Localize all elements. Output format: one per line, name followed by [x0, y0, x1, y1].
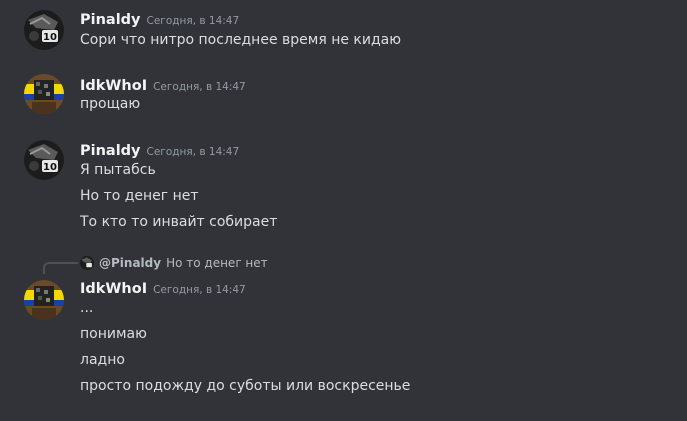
message-header: IdkWhoI Сегодня, в 14:47: [80, 278, 246, 297]
message-text: ...: [80, 300, 94, 316]
message-text: понимаю: [80, 326, 147, 342]
reply-username[interactable]: @Pinaldy: [99, 256, 161, 270]
user-avatar[interactable]: [24, 280, 64, 320]
username[interactable]: IdkWhoI: [80, 78, 147, 94]
username[interactable]: Pinaldy: [80, 12, 141, 28]
svg-text:10: 10: [43, 32, 57, 43]
timestamp: Сегодня, в 14:47: [153, 81, 246, 93]
message-text: просто подожду до суботы или воскресенье: [80, 378, 411, 394]
idkwhoi-avatar-icon: [24, 280, 64, 320]
user-avatar[interactable]: 10: [24, 10, 64, 50]
username[interactable]: IdkWhoI: [80, 281, 147, 297]
timestamp: Сегодня, в 14:47: [153, 284, 246, 296]
message-text: прощаю: [80, 96, 141, 112]
idkwhoi-avatar-icon: [24, 74, 64, 114]
message-text: То кто то инвайт собирает: [80, 214, 278, 230]
reply-avatar: [80, 256, 94, 270]
username[interactable]: Pinaldy: [80, 143, 141, 159]
reply-spine: [43, 262, 78, 274]
user-avatar[interactable]: 10: [24, 140, 64, 180]
timestamp: Сегодня, в 14:47: [146, 15, 240, 27]
message-header: Pinaldy Сегодня, в 14:47: [80, 9, 239, 28]
reply-text[interactable]: Но то денег нет: [166, 256, 268, 270]
message-header: IdkWhoI Сегодня, в 14:47: [80, 75, 246, 94]
reply-preview[interactable]: @Pinaldy Но то денег нет: [80, 256, 268, 270]
pinaldy-avatar-icon: 10: [24, 140, 64, 180]
pinaldy-avatar-icon: 10: [24, 10, 64, 50]
message-text: ладно: [80, 352, 125, 368]
user-avatar[interactable]: [24, 74, 64, 114]
message-text: Я пытабсь: [80, 162, 156, 178]
message-text: Сори что нитро последнее время не кидаю: [80, 32, 402, 48]
svg-text:10: 10: [43, 162, 57, 173]
message-text: Но то денег нет: [80, 188, 199, 204]
pinaldy-avatar-icon: [80, 256, 94, 270]
message-header: Pinaldy Сегодня, в 14:47: [80, 140, 239, 159]
timestamp: Сегодня, в 14:47: [146, 146, 240, 158]
